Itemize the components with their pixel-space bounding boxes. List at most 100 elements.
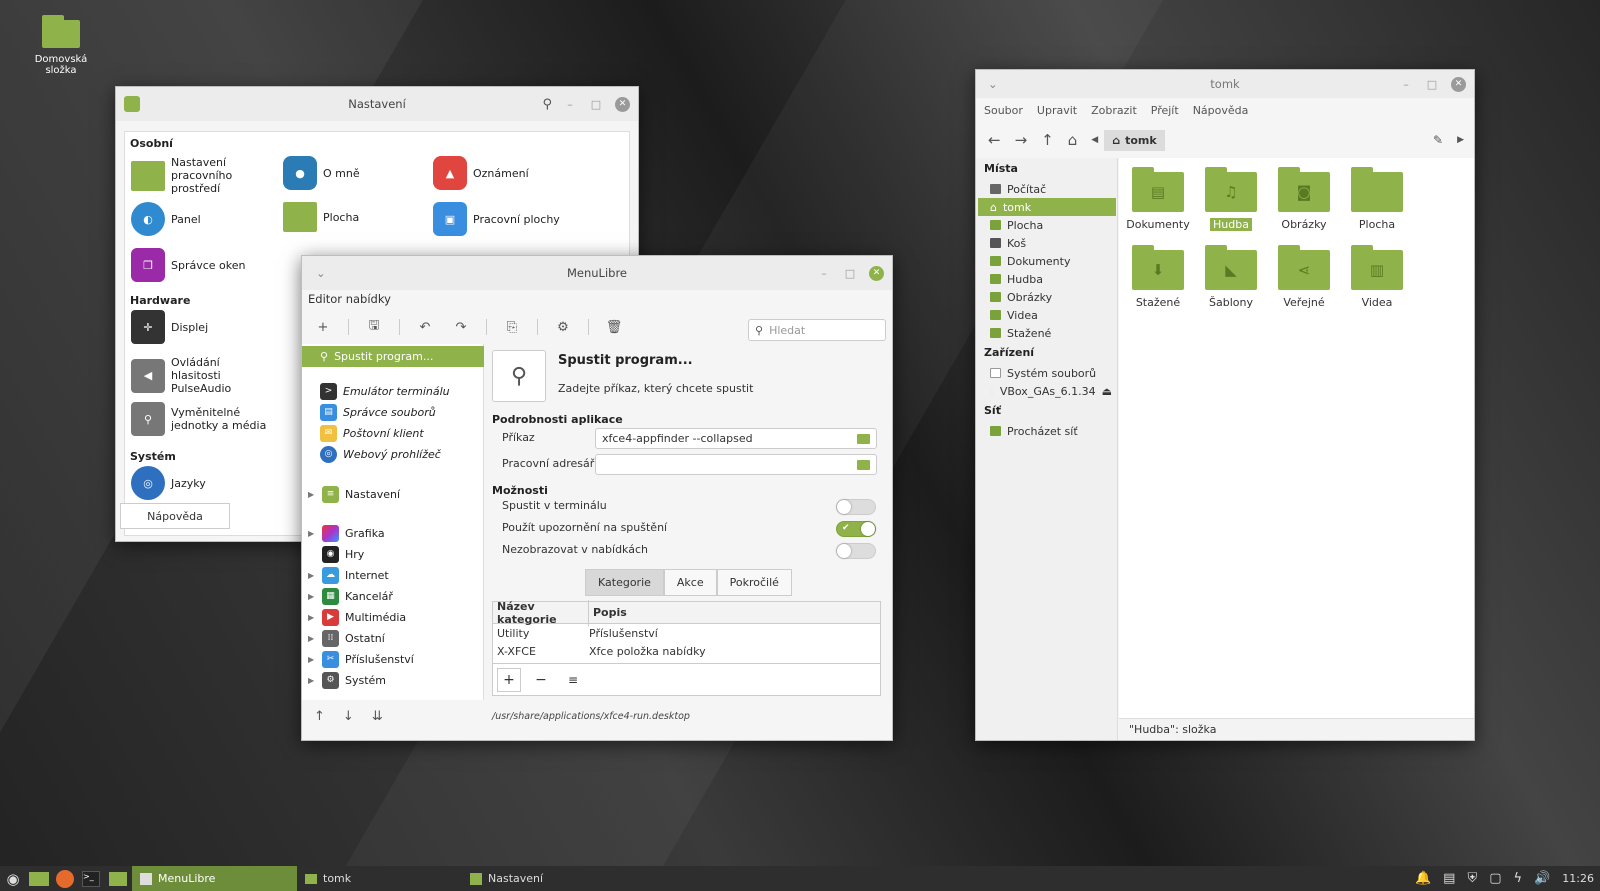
search-field[interactable]: ⚲ Hledat <box>748 319 886 341</box>
test-launcher-icon[interactable]: ⚙ <box>552 320 574 335</box>
command-field[interactable]: xfce4-appfinder --collapsed <box>595 428 877 449</box>
volume-icon[interactable]: 🔊 <box>1534 871 1550 886</box>
sidebar-item-network[interactable]: Procházet síť <box>978 422 1116 440</box>
maximize-button[interactable]: □ <box>589 97 603 111</box>
tree-cat-games[interactable]: ◉ Hry <box>308 544 478 564</box>
sidebar-item-filesystem[interactable]: Systém souborů <box>978 364 1116 382</box>
menu-file[interactable]: Soubor <box>984 104 1023 117</box>
tree-item-browser[interactable]: ◎ Webový prohlížeč <box>320 444 490 464</box>
tab-actions[interactable]: Akce <box>663 569 717 596</box>
minimize-button[interactable]: – <box>817 266 831 280</box>
notify-toggle[interactable]: ✔ <box>836 521 876 537</box>
add-icon[interactable]: + <box>312 320 334 335</box>
show-desktop-icon[interactable] <box>29 871 49 886</box>
help-button[interactable]: Nápověda <box>120 503 230 529</box>
terminal-toggle[interactable] <box>836 499 876 515</box>
task-menulibre[interactable]: MenuLibre <box>132 866 297 891</box>
item-removable[interactable]: ⚲ Vyměnitelné jednotky a média <box>131 402 271 436</box>
close-button[interactable]: ✕ <box>869 265 884 281</box>
file-item-public[interactable]: ⋖ Veřejné <box>1269 245 1339 309</box>
sidebar-item-documents[interactable]: Dokumenty <box>978 252 1116 270</box>
workdir-field[interactable] <box>595 454 877 475</box>
sidebar-item-pictures[interactable]: Obrázky <box>978 288 1116 306</box>
item-workspaces[interactable]: ▣ Pracovní plochy <box>433 202 560 236</box>
move-down-icon[interactable]: ↓ <box>343 709 354 724</box>
sidebar-item-vbox[interactable]: VBox_GAs_6.1.34 ⏏ <box>978 382 1116 400</box>
sidebar-item-computer[interactable]: Počítač <box>978 180 1116 198</box>
menu-icon[interactable]: ◉ <box>0 870 26 888</box>
power-icon[interactable]: ϟ <box>1514 871 1523 886</box>
minimize-button[interactable]: – <box>563 97 577 111</box>
tree-cat-multimedia[interactable]: ▶ ▶ Multimédia <box>308 607 478 627</box>
chevron-down-icon[interactable]: ⌄ <box>316 266 326 280</box>
search-icon[interactable]: ⚲ <box>542 97 552 112</box>
close-button[interactable]: ✕ <box>615 96 630 112</box>
item-wm[interactable]: ❐ Správce oken <box>131 248 246 282</box>
delete-icon[interactable]: 🗑 <box>603 320 625 335</box>
firefox-icon[interactable] <box>56 869 74 888</box>
tree-item-selected[interactable]: ⚲ Spustit program... <box>302 346 484 367</box>
task-tomk[interactable]: tomk <box>297 866 462 891</box>
tree-item-filemanager[interactable]: ▤ Správce souborů <box>320 402 490 422</box>
eject-icon[interactable]: ⏏ <box>1102 385 1112 398</box>
item-desktop-env[interactable]: Nastavení pracovního prostředí <box>131 156 279 195</box>
remove-category-button[interactable]: − <box>529 668 553 692</box>
terminal-icon[interactable]: >_ <box>82 870 100 887</box>
path-button[interactable]: ⌂ tomk <box>1104 129 1165 151</box>
item-panel[interactable]: ◐ Panel <box>131 202 201 236</box>
app-icon-button[interactable]: ⚲ <box>492 350 546 402</box>
tab-categories[interactable]: Kategorie <box>585 569 664 596</box>
chevron-down-icon[interactable]: ⌄ <box>988 77 998 91</box>
nodisplay-toggle[interactable] <box>836 543 876 559</box>
tree-item-terminal[interactable]: > Emulátor terminálu <box>320 381 490 401</box>
revert-icon[interactable]: ⎘ <box>501 320 523 335</box>
menu-go[interactable]: Přejít <box>1151 104 1179 117</box>
redo-icon[interactable]: ↷ <box>450 320 472 335</box>
tree-cat-internet[interactable]: ▶ ☁ Internet <box>308 565 478 585</box>
app-comment[interactable]: Zadejte příkaz, který chcete spustit <box>558 382 753 395</box>
notification-icon[interactable]: 🔔 <box>1415 871 1431 886</box>
edit-path-icon[interactable]: ✎ <box>1433 133 1443 147</box>
move-up-icon[interactable]: ↑ <box>314 709 325 724</box>
table-row[interactable]: Utility Příslušenství <box>493 624 880 642</box>
add-category-button[interactable]: + <box>497 667 521 692</box>
file-item-pictures[interactable]: ◙ Obrázky <box>1269 167 1339 231</box>
sidebar-item-music[interactable]: Hudba <box>978 270 1116 288</box>
sidebar-item-trash[interactable]: Koš <box>978 234 1116 252</box>
minimize-button[interactable]: – <box>1399 77 1413 91</box>
menu-view[interactable]: Zobrazit <box>1091 104 1137 117</box>
tab-advanced[interactable]: Pokročilé <box>716 569 792 596</box>
tree-cat-office[interactable]: ▶ ▦ Kancelář <box>308 586 478 606</box>
clock[interactable]: 11:26 <box>1562 872 1594 885</box>
item-notifications[interactable]: ▲ Oznámení <box>433 156 529 190</box>
table-row[interactable]: X-XFCE Xfce položka nabídky <box>493 642 880 660</box>
file-item-downloads[interactable]: ⬇ Stažené <box>1123 245 1193 309</box>
folder-icon[interactable] <box>857 460 870 470</box>
item-audio[interactable]: ◀ Ovládání hlasitosti PulseAudio <box>131 356 271 395</box>
sort-icon[interactable]: ⇊ <box>372 709 383 724</box>
file-item-music[interactable]: ♫ Hudba <box>1196 167 1266 231</box>
sidebar-item-videos[interactable]: Videa <box>978 306 1116 324</box>
up-icon[interactable]: ↑ <box>1041 131 1054 149</box>
undo-icon[interactable]: ↶ <box>414 320 436 335</box>
tree-item-mail[interactable]: ✉ Poštovní klient <box>320 423 490 443</box>
task-settings[interactable]: Nastavení <box>462 866 627 891</box>
app-name[interactable]: Spustit program... <box>558 353 693 368</box>
maximize-button[interactable]: □ <box>843 266 857 280</box>
item-about[interactable]: ● O mně <box>283 156 360 190</box>
tree-cat-other[interactable]: ▶ ⁞⁞ Ostatní <box>308 628 478 648</box>
desktop-home-icon[interactable]: Domovská složka <box>30 15 92 76</box>
item-plocha[interactable]: Plocha <box>283 202 359 232</box>
path-left-icon[interactable]: ◀ <box>1091 135 1098 145</box>
tree-cat-settings[interactable]: ▶ ≡ Nastavení <box>308 484 478 504</box>
item-languages[interactable]: ◎ Jazyky <box>131 466 206 500</box>
home-icon[interactable]: ⌂ <box>1068 131 1078 149</box>
tree-cat-graphics[interactable]: ▶ Grafika <box>308 523 478 543</box>
file-item-desktop[interactable]: Plocha <box>1342 167 1412 231</box>
files-icon[interactable] <box>109 871 127 886</box>
save-icon[interactable]: 🖫 <box>363 316 385 338</box>
shield-icon[interactable]: ⛨ <box>1467 871 1477 886</box>
file-item-videos[interactable]: ▥ Videa <box>1342 245 1412 309</box>
back-icon[interactable]: ← <box>988 131 1001 149</box>
maximize-button[interactable]: □ <box>1425 77 1439 91</box>
